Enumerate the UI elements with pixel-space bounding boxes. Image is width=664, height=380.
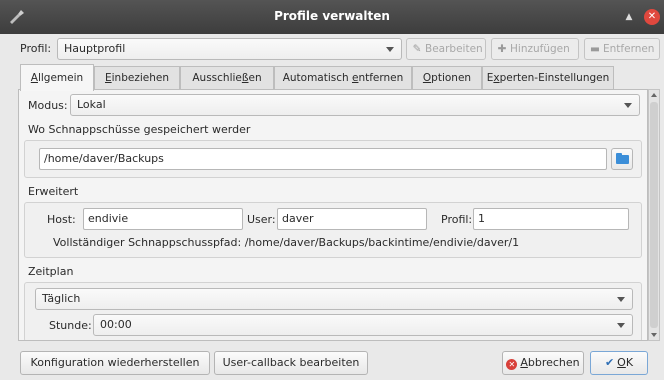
tab-options[interactable]: Optionen xyxy=(412,66,482,90)
chevron-down-icon xyxy=(624,103,632,108)
close-button[interactable]: ✕ xyxy=(644,9,660,25)
cancel-label-post: bbrechen xyxy=(527,356,580,369)
tab-expert-settings-post: perten-Einstellungen xyxy=(499,72,610,84)
scrollbar-thumb[interactable] xyxy=(650,102,658,328)
tab-include-post: inbeziehen xyxy=(111,72,169,84)
hour-select-value: 00:00 xyxy=(100,318,132,331)
tab-auto-remove-pre: Automatisch xyxy=(282,72,352,84)
schedule-frequency-select[interactable]: Täglich xyxy=(35,288,633,310)
ok-label-post: K xyxy=(625,356,634,369)
tab-auto-remove-post: ntfernen xyxy=(358,72,404,84)
tab-options-post: ptionen xyxy=(431,72,472,84)
profile-id-label: Profil: xyxy=(441,213,473,226)
checkmark-icon: ✔ xyxy=(604,356,615,369)
hour-label: Stunde: xyxy=(49,319,92,332)
plus-icon: ✚ xyxy=(497,43,507,55)
full-snapshot-path-text: Vollständiger Schnappschusspfad: /home/d… xyxy=(53,236,520,249)
cancel-icon: ✕ xyxy=(506,359,518,370)
tab-general-post: llgemein xyxy=(37,72,84,84)
tab-general[interactable]: Allgemein xyxy=(20,64,94,91)
add-profile-label: Hinzufügen xyxy=(510,43,570,55)
schedule-group: Täglich Stunde: 00:00 xyxy=(24,282,642,340)
host-field[interactable]: endivie xyxy=(83,208,243,230)
window-title: Profile verwalten xyxy=(274,9,390,23)
tab-exclude-post: en xyxy=(248,72,262,84)
ok-label-mnemonic: O xyxy=(617,356,626,369)
edit-profile-label: Bearbeiten xyxy=(425,43,483,55)
snapshot-location-group: /home/daver/Backups xyxy=(24,140,642,178)
remove-profile-label: Entfernen xyxy=(603,43,655,55)
profile-id-field[interactable]: 1 xyxy=(473,208,629,230)
tab-general-mnemonic: A xyxy=(30,72,38,84)
mode-select-value: Lokal xyxy=(77,98,106,111)
pencil-icon: ✎ xyxy=(412,43,422,55)
snapshot-path-field[interactable]: /home/daver/Backups xyxy=(39,148,607,170)
mode-select[interactable]: Lokal xyxy=(70,94,640,116)
tab-expert-settings[interactable]: Experten-Einstellungen xyxy=(482,66,614,90)
cancel-button[interactable]: ✕ Abbrechen xyxy=(502,351,584,375)
hour-select[interactable]: 00:00 xyxy=(93,314,633,336)
edit-profile-button[interactable]: ✎ Bearbeiten xyxy=(406,38,486,60)
profile-select-value: Hauptprofil xyxy=(64,42,126,55)
schedule-heading: Zeitplan xyxy=(28,265,74,278)
scroll-up-icon[interactable] xyxy=(651,93,657,97)
chevron-down-icon xyxy=(617,323,625,328)
host-label: Host: xyxy=(47,213,76,226)
keep-above-button[interactable]: ▲ xyxy=(622,10,636,24)
remove-profile-button[interactable]: ▬ Entfernen xyxy=(584,38,660,60)
advanced-heading: Erweitert xyxy=(28,185,79,198)
folder-icon xyxy=(616,153,629,164)
tab-exclude[interactable]: Ausschließen xyxy=(180,66,274,90)
chevron-down-icon xyxy=(386,47,394,52)
scroll-down-icon[interactable] xyxy=(651,333,657,337)
restore-config-button[interactable]: Konfiguration wiederherstellen xyxy=(20,351,210,375)
ok-button[interactable]: ✔ OK xyxy=(590,351,648,375)
user-label: User: xyxy=(247,213,276,226)
panel-scrollbar[interactable] xyxy=(648,89,660,341)
tab-options-mnemonic: O xyxy=(422,72,432,84)
profile-select[interactable]: Hauptprofil xyxy=(57,38,402,60)
general-tab-panel: Modus: Lokal Wo Schnappschüsse gespeiche… xyxy=(18,89,648,341)
schedule-frequency-value: Täglich xyxy=(42,292,81,305)
advanced-group: Host: endivie User: daver Profil: 1 Voll… xyxy=(24,202,642,258)
tab-auto-remove[interactable]: Automatisch entfernen xyxy=(274,66,412,90)
snapshot-location-label: Wo Schnappschüsse gespeichert werder xyxy=(28,123,251,136)
cancel-label-mnemonic: A xyxy=(520,356,528,369)
user-field[interactable]: daver xyxy=(277,208,427,230)
profile-label: Profil: xyxy=(20,42,52,55)
chevron-down-icon xyxy=(617,297,625,302)
tab-exclude-mnemonic: ß xyxy=(241,72,249,84)
minus-icon: ▬ xyxy=(590,43,600,55)
browse-folder-button[interactable] xyxy=(611,148,633,170)
mode-label: Modus: xyxy=(28,99,68,112)
tab-include-mnemonic: E xyxy=(105,72,112,84)
title-bar: Profile verwalten ▲ ✕ xyxy=(0,0,664,34)
tab-exclude-pre: Ausschlie xyxy=(192,72,242,84)
tab-include[interactable]: Einbeziehen xyxy=(94,66,180,90)
add-profile-button[interactable]: ✚ Hinzufügen xyxy=(491,38,579,60)
profile-toolbar: Profil: Hauptprofil ✎ Bearbeiten ✚ Hinzufü… xyxy=(0,34,664,62)
edit-user-callback-button[interactable]: User-callback bearbeiten xyxy=(214,351,368,375)
